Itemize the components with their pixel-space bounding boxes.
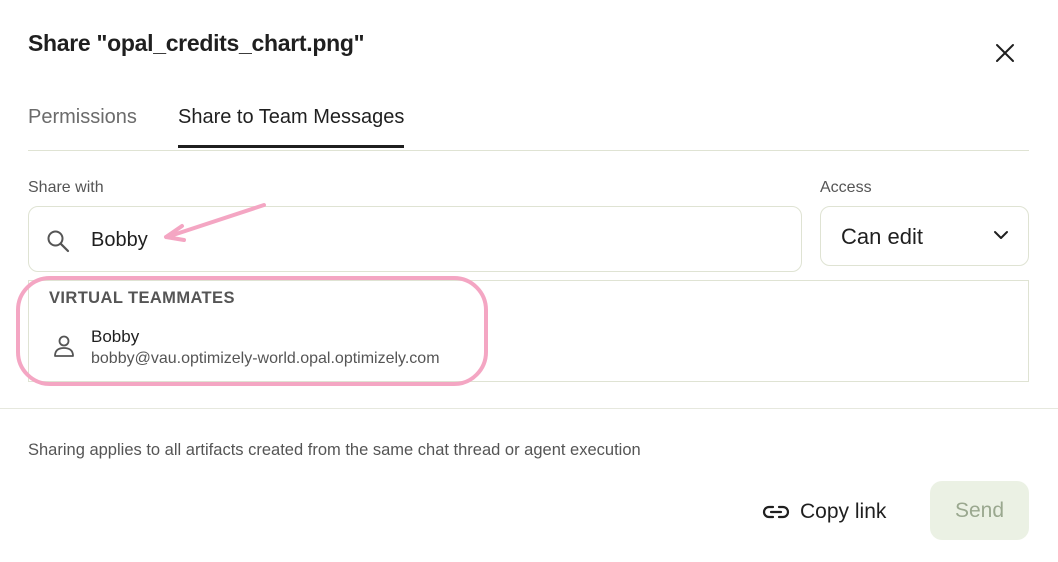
footer-divider xyxy=(0,408,1058,409)
person-icon xyxy=(54,335,74,357)
link-icon xyxy=(762,505,790,519)
close-button[interactable] xyxy=(990,38,1020,68)
share-dialog: Share "opal_credits_chart.png" Permissio… xyxy=(0,0,1058,562)
tab-bar: Permissions Share to Team Messages xyxy=(28,100,1029,151)
sharing-note: Sharing applies to all artifacts created… xyxy=(28,441,641,459)
close-icon xyxy=(996,44,1014,62)
tab-permissions[interactable]: Permissions xyxy=(28,106,137,147)
access-dropdown[interactable]: Can edit xyxy=(820,206,1029,266)
share-with-search-box[interactable] xyxy=(28,206,802,272)
copy-link-button[interactable]: Copy link xyxy=(762,495,886,529)
chevron-down-icon xyxy=(994,231,1008,239)
tab-share-to-team-messages[interactable]: Share to Team Messages xyxy=(178,106,405,148)
results-group-header: VIRTUAL TEAMMATES xyxy=(49,289,235,307)
dialog-title: Share "opal_credits_chart.png" xyxy=(28,30,365,56)
share-with-input[interactable] xyxy=(91,223,781,257)
share-with-label: Share with xyxy=(28,179,104,196)
copy-link-label: Copy link xyxy=(800,500,887,523)
access-label: Access xyxy=(820,179,872,196)
search-results-panel: VIRTUAL TEAMMATES Bobby bobby@vau.optimi… xyxy=(28,280,1029,382)
access-value: Can edit xyxy=(841,224,923,249)
result-item-bobby[interactable]: Bobby bobby@vau.optimizely-world.opal.op… xyxy=(29,323,509,373)
result-name: Bobby xyxy=(91,327,140,346)
send-button[interactable]: Send xyxy=(930,481,1029,540)
result-email: bobby@vau.optimizely-world.opal.optimize… xyxy=(91,350,440,367)
search-icon xyxy=(47,230,70,253)
